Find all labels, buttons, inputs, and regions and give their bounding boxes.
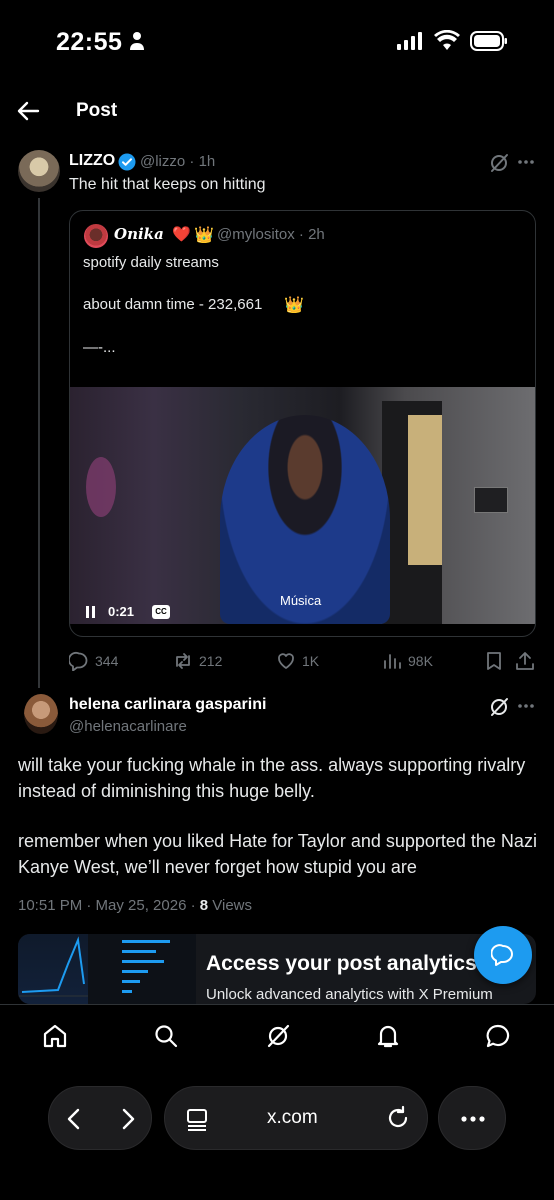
like-button[interactable]: 1K: [276, 650, 319, 672]
page-menu-icon[interactable]: [185, 1107, 209, 1131]
verified-badge-icon: [118, 153, 136, 171]
battery-icon: [470, 31, 507, 51]
analytics-promo-card[interactable]: Access your post analytics Unlock advanc…: [18, 934, 536, 1004]
author-name[interactable]: helena carlinara gasparini: [69, 696, 266, 714]
wifi-icon: [434, 30, 460, 50]
video-player[interactable]: 0:21 CC Música: [70, 387, 535, 624]
crown-emoji: 👑: [284, 297, 304, 314]
bookmark-icon[interactable]: [484, 651, 504, 671]
cellular-signal-icon: [397, 32, 422, 50]
more-options-icon: [461, 1116, 485, 1122]
views-count: 98K: [408, 653, 433, 669]
author-name[interactable]: LIZZO: [69, 152, 115, 170]
crown-emoji: 👑: [194, 227, 214, 244]
messages-icon[interactable]: [485, 1023, 511, 1049]
search-icon[interactable]: [153, 1023, 179, 1049]
reply-icon: [69, 651, 88, 671]
quoted-author-name: 𝑶𝒏𝒊𝒌𝒂: [114, 225, 164, 243]
repost-icon: [176, 653, 190, 669]
avatar[interactable]: [24, 694, 58, 734]
quoted-post[interactable]: 𝑶𝒏𝒊𝒌𝒂 ❤️ 👑 @mylositox · 2h spotify daily…: [69, 210, 536, 637]
more-options-icon[interactable]: [516, 696, 536, 716]
grok-icon[interactable]: [489, 153, 509, 173]
reply-button[interactable]: 344: [69, 650, 118, 672]
video-scene: [474, 487, 508, 513]
analytics-preview-bars: [122, 940, 170, 993]
thread-line: [38, 198, 40, 688]
bottom-nav: [0, 1004, 554, 1064]
quoted-author-handle: @mylositox · 2h: [217, 226, 325, 243]
repost-button[interactable]: 212: [173, 650, 222, 672]
browser-nav-group: [48, 1086, 152, 1150]
reply-count: 344: [95, 653, 119, 669]
address-bar[interactable]: x.com: [164, 1086, 428, 1150]
video-caption: Música: [280, 593, 322, 608]
author-handle[interactable]: @lizzo · 1h: [140, 153, 215, 170]
person-icon: [130, 32, 144, 50]
share-icon[interactable]: [514, 650, 536, 672]
views-label: Views: [208, 897, 253, 914]
bell-icon[interactable]: [375, 1023, 401, 1049]
heart-icon: [278, 653, 294, 669]
browser-forward-icon[interactable]: [117, 1107, 139, 1131]
quoted-text-line: about damn time - 232,661: [83, 296, 263, 313]
pause-icon[interactable]: [86, 606, 96, 618]
quoted-text-line: spotify daily streams: [83, 254, 219, 271]
status-time: 22:55: [56, 28, 123, 56]
analytics-icon: [384, 654, 401, 669]
closed-captions-button[interactable]: CC: [152, 605, 170, 619]
heart-emoji: ❤️: [172, 226, 191, 243]
url-text: x.com: [267, 1107, 318, 1128]
more-options-icon[interactable]: [516, 152, 536, 172]
home-icon[interactable]: [42, 1023, 68, 1049]
analytics-subtitle: Unlock advanced analytics with X Premium: [206, 986, 493, 1003]
browser-more-button[interactable]: [438, 1086, 506, 1150]
browser-back-icon[interactable]: [63, 1107, 85, 1131]
repost-count: 212: [199, 653, 223, 669]
grok-icon[interactable]: [265, 1023, 291, 1049]
timestamp-text: 10:51 PM · May 25, 2026 ·: [18, 897, 200, 914]
views-button[interactable]: 98K: [382, 650, 433, 672]
page-title: Post: [76, 100, 118, 121]
video-scene: [408, 415, 442, 565]
like-count: 1K: [302, 653, 320, 669]
views-count: 8: [199, 897, 209, 914]
author-handle[interactable]: @helenacarlinare: [69, 718, 187, 735]
video-scene: [86, 457, 116, 517]
quoted-text-line: —-...: [83, 339, 116, 356]
chat-bubble-icon: [491, 944, 513, 966]
post-text: will take your fucking whale in the ass.…: [18, 755, 526, 801]
post-text: The hit that keeps on hitting: [69, 176, 266, 193]
post-text: remember when you liked Hate for Taylor …: [18, 831, 537, 877]
avatar[interactable]: [18, 150, 60, 192]
browser-toolbar: x.com: [0, 1064, 554, 1200]
grok-icon[interactable]: [489, 697, 509, 717]
post-timestamp: 10:51 PM · May 25, 2026 · 8 Views: [18, 897, 252, 914]
new-message-button[interactable]: [474, 926, 532, 984]
video-elapsed-time: 0:21: [108, 604, 135, 619]
analytics-title: Access your post analytics: [206, 952, 477, 975]
reload-icon[interactable]: [385, 1105, 411, 1131]
analytics-preview-chart: [18, 934, 88, 1004]
quoted-avatar: [84, 224, 108, 248]
back-arrow-icon[interactable]: [16, 100, 40, 122]
